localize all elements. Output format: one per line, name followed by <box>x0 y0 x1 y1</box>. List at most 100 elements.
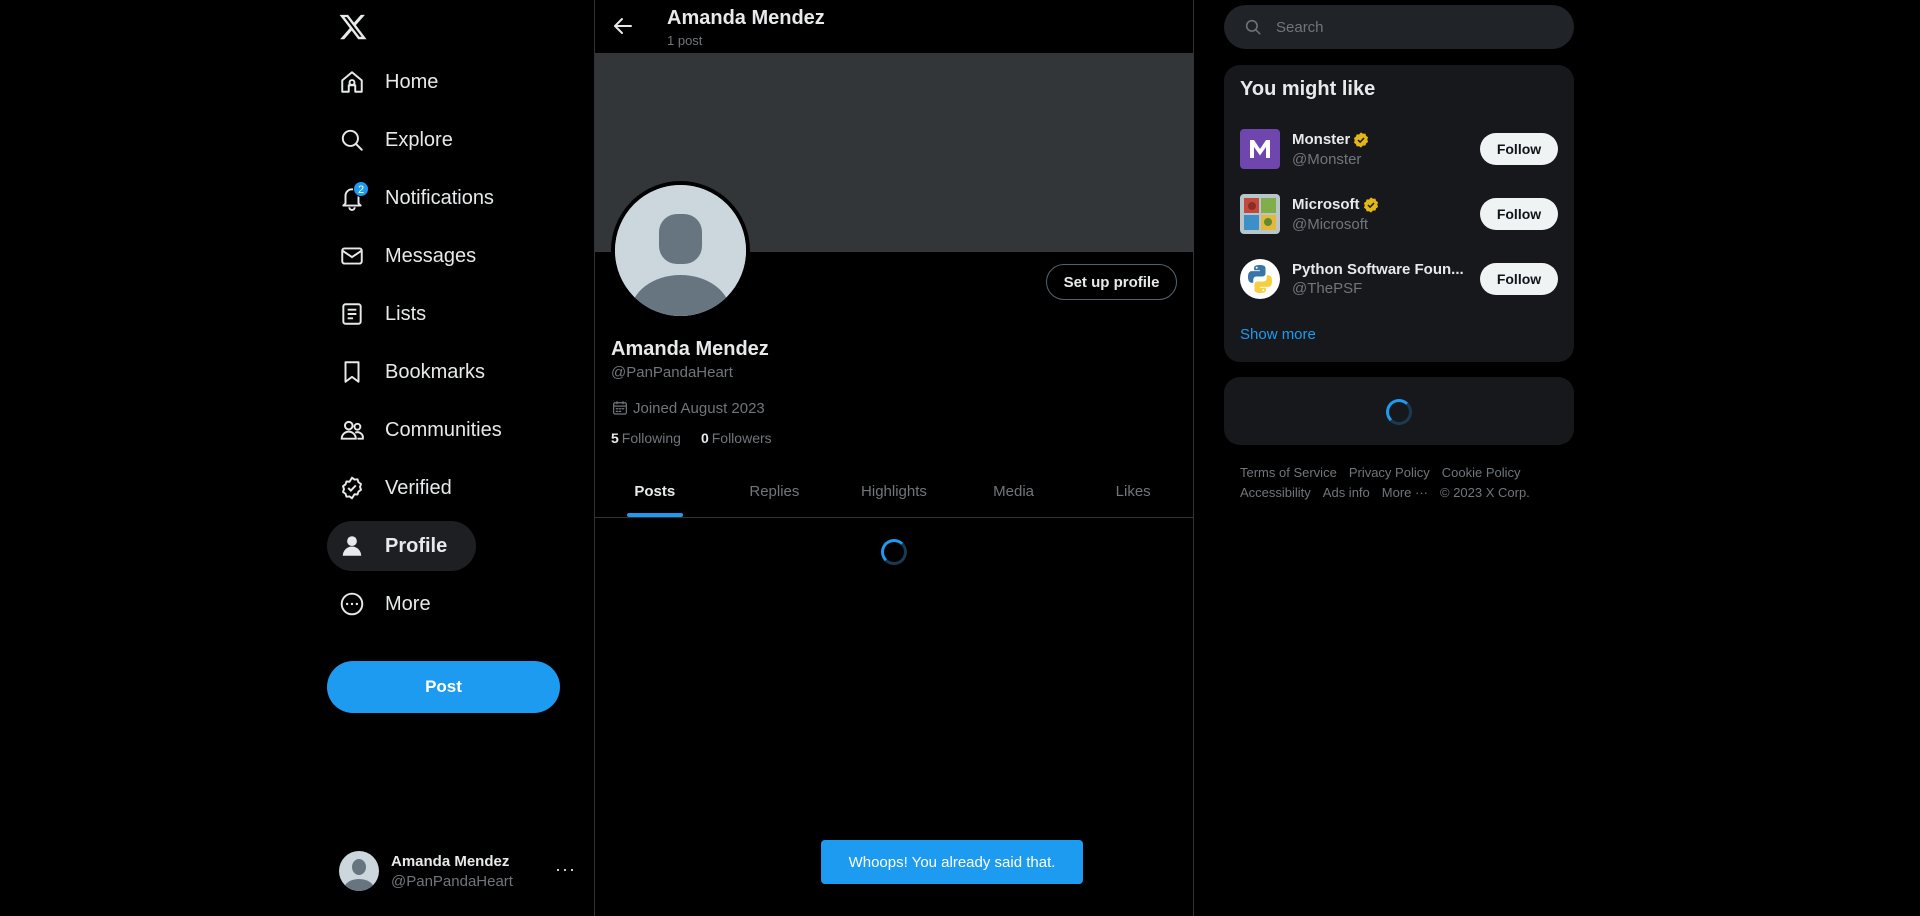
followers-count: 0 <box>700 430 709 446</box>
loading-card <box>1224 377 1574 445</box>
who-to-follow-card: You might like Monster @Monster Follow M… <box>1224 65 1574 362</box>
nav-item-verified[interactable]: Verified <box>327 463 594 513</box>
calendar-icon <box>613 401 627 415</box>
notification-badge: 2 <box>353 181 369 197</box>
profile-avatar[interactable] <box>611 181 750 320</box>
suggestion-handle: @Microsoft <box>1292 215 1369 233</box>
nav-item-messages[interactable]: Messages <box>327 231 594 281</box>
following-link[interactable]: 5 Following <box>611 430 681 446</box>
x-logo-icon[interactable] <box>338 12 368 42</box>
person-icon <box>339 533 365 559</box>
footer-link-cookie[interactable]: Cookie Policy <box>1442 465 1521 480</box>
joined-text: Joined August 2023 <box>633 399 765 417</box>
follow-button[interactable]: Follow <box>1480 263 1558 295</box>
search-box[interactable] <box>1224 5 1574 49</box>
who-to-follow-title: You might like <box>1240 78 1376 100</box>
nav-item-communities[interactable]: Communities <box>327 405 594 455</box>
copyright: © 2023 X Corp. <box>1440 485 1530 500</box>
footer-link-more[interactable]: More ··· <box>1382 485 1428 500</box>
monster-avatar <box>1240 129 1280 169</box>
header-post-count: 1 post <box>667 33 703 48</box>
tab-replies[interactable]: Replies <box>715 465 835 517</box>
verified-badge-icon <box>1363 196 1378 213</box>
footer-link-ads[interactable]: Ads info <box>1323 485 1370 500</box>
nav-label: Communities <box>385 418 502 441</box>
nav-label: Bookmarks <box>385 360 486 383</box>
suggestion-names: Microsoft @Microsoft <box>1292 196 1467 233</box>
footer-link-privacy[interactable]: Privacy Policy <box>1349 465 1430 480</box>
post-button[interactable]: Post <box>327 661 560 713</box>
nav-label: Lists <box>385 302 427 325</box>
suggestion-name: Python Software Foun... <box>1292 261 1464 278</box>
python-avatar <box>1240 259 1280 299</box>
followers-label: Followers <box>711 430 772 446</box>
nav-item-notifications[interactable]: 2 Notifications <box>327 173 594 223</box>
nav-label: Notifications <box>385 186 494 209</box>
nav-item-more[interactable]: More <box>327 579 594 629</box>
profile-handle: @PanPandaHeart <box>611 364 733 381</box>
bookmark-icon <box>339 359 365 385</box>
profile-tabs: Posts Replies Highlights Media Likes <box>595 465 1193 518</box>
nav-label: More <box>385 592 431 615</box>
tab-highlights[interactable]: Highlights <box>834 465 954 517</box>
microsoft-avatar <box>1240 194 1280 234</box>
account-switcher[interactable]: Amanda Mendez @PanPandaHeart ··· <box>339 849 579 893</box>
bell-icon: 2 <box>339 181 369 211</box>
tab-media[interactable]: Media <box>954 465 1074 517</box>
following-label: Following <box>621 430 681 446</box>
back-arrow-icon[interactable] <box>611 14 635 38</box>
avatar <box>339 851 379 891</box>
nav-label: Verified <box>385 476 452 499</box>
profile-name: Amanda Mendez <box>611 338 769 360</box>
people-icon <box>339 417 365 443</box>
suggestion-handle: @ThePSF <box>1292 280 1363 297</box>
suggestion-names: Python Software Foun... @ThePSF <box>1292 261 1467 297</box>
search-icon <box>339 127 365 153</box>
show-more-link[interactable]: Show more <box>1240 326 1316 343</box>
suggestion-item[interactable]: Microsoft @Microsoft Follow <box>1240 192 1558 236</box>
tab-posts[interactable]: Posts <box>595 465 715 517</box>
suggestion-item[interactable]: Python Software Foun... @ThePSF Follow <box>1240 257 1558 301</box>
footer-link-accessibility[interactable]: Accessibility <box>1240 485 1311 500</box>
tab-likes[interactable]: Likes <box>1073 465 1193 517</box>
search-icon <box>1245 19 1261 35</box>
follow-stats: 5 Following 0 Followers <box>611 430 792 446</box>
suggestion-names: Monster @Monster <box>1292 131 1467 168</box>
nav-item-home[interactable]: Home <box>327 57 594 107</box>
suggestion-name-row: Monster <box>1292 131 1467 149</box>
nav-label: Messages <box>385 244 477 267</box>
footer-link-terms[interactable]: Terms of Service <box>1240 465 1337 480</box>
nav-item-profile[interactable]: Profile <box>327 521 476 571</box>
search-input[interactable] <box>1276 18 1556 36</box>
app: Home Explore 2 Notifications Messages Li… <box>0 0 1920 916</box>
follow-button[interactable]: Follow <box>1480 133 1558 165</box>
followers-link[interactable]: 0 Followers <box>701 430 772 446</box>
envelope-icon <box>339 243 365 269</box>
suggestion-item[interactable]: Monster @Monster Follow <box>1240 127 1558 171</box>
footer-links: Terms of Service Privacy Policy Cookie Pol… <box>1240 463 1570 503</box>
suggestion-handle: @Monster <box>1292 150 1362 168</box>
suggestion-name: Monster <box>1292 131 1351 148</box>
more-dots-icon[interactable]: ··· <box>555 859 576 880</box>
nav-item-bookmarks[interactable]: Bookmarks <box>327 347 594 397</box>
verified-icon <box>339 475 365 501</box>
list-icon <box>339 301 365 327</box>
account-name: Amanda Mendez <box>391 852 510 870</box>
nav-label: Profile <box>385 534 448 557</box>
follow-button[interactable]: Follow <box>1480 198 1558 230</box>
joined-date: Joined August 2023 <box>611 399 765 417</box>
nav-label: Explore <box>385 128 453 151</box>
suggestion-name-row: Microsoft <box>1292 196 1467 214</box>
nav-item-explore[interactable]: Explore <box>327 115 594 165</box>
profile-column: Amanda Mendez 1 post Set up profile Aman… <box>594 0 1194 916</box>
following-count: 5 <box>611 430 619 446</box>
account-names: Amanda Mendez @PanPandaHeart <box>391 853 513 890</box>
suggestion-name-row: Python Software Foun... <box>1292 261 1467 278</box>
suggestion-name: Microsoft <box>1292 196 1360 213</box>
loading-spinner-icon <box>1386 399 1412 425</box>
set-up-profile-button[interactable]: Set up profile <box>1046 264 1177 300</box>
account-handle: @PanPandaHeart <box>391 872 513 890</box>
nav-item-lists[interactable]: Lists <box>327 289 594 339</box>
verified-badge-icon <box>1354 131 1369 148</box>
main-navigation: Home Explore 2 Notifications Messages Li… <box>327 57 594 637</box>
